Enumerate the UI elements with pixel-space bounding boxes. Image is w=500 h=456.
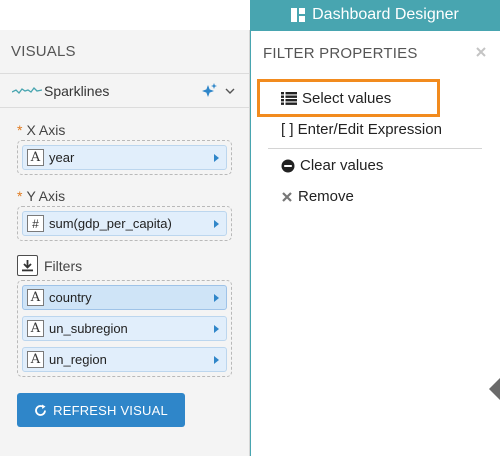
select-values-highlight-box [257, 79, 440, 117]
x-axis-label: * X Axis [17, 122, 65, 138]
visual-type-selector[interactable]: Sparklines [0, 74, 249, 108]
required-marker: * [17, 188, 23, 204]
refresh-visual-label: REFRESH VISUAL [53, 402, 168, 418]
clear-values-menu-item[interactable]: Clear values [281, 157, 383, 174]
sparkle-icon[interactable] [200, 82, 218, 100]
caret-right-icon[interactable] [214, 324, 219, 333]
clear-values-label: Clear values [300, 157, 384, 174]
field-name: un_subregion [49, 321, 128, 336]
x-axis-shelf[interactable]: A year [17, 140, 232, 175]
text-type-icon: A [27, 351, 44, 368]
filters-shelf[interactable]: A country A un_subregion A un_region [17, 280, 232, 377]
download-icon[interactable] [17, 255, 38, 276]
menu-divider [268, 148, 482, 149]
y-axis-shelf[interactable]: # sum(gdp_per_capita) [17, 206, 232, 241]
field-pill-country[interactable]: A country [22, 285, 227, 310]
remove-menu-item[interactable]: Remove [281, 188, 354, 205]
enter-edit-expression-label: [ ] Enter/Edit Expression [281, 121, 442, 138]
caret-right-icon[interactable] [214, 153, 219, 162]
visuals-panel-title: VISUALS [0, 30, 249, 74]
field-pill-un-subregion[interactable]: A un_subregion [22, 316, 227, 341]
visuals-panel: VISUALS Sparklines * X Axis A year * Y Axi… [0, 30, 250, 456]
close-icon [281, 191, 293, 203]
enter-edit-expression-menu-item[interactable]: [ ] Enter/Edit Expression [281, 121, 442, 138]
y-axis-label: * Y Axis [17, 188, 65, 204]
top-bar: Dashboard Designer [0, 0, 500, 30]
refresh-visual-button[interactable]: REFRESH VISUAL [17, 393, 185, 427]
filter-properties-title: FILTER PROPERTIES [263, 44, 418, 62]
collapse-arrow-icon[interactable] [489, 378, 500, 400]
dashboard-designer-tab[interactable]: Dashboard Designer [250, 0, 500, 30]
text-type-icon: A [27, 289, 44, 306]
remove-label: Remove [298, 188, 354, 205]
field-pill-year[interactable]: A year [22, 145, 227, 170]
y-axis-label-text: Y Axis [26, 188, 66, 204]
caret-right-icon[interactable] [214, 293, 219, 302]
caret-right-icon[interactable] [214, 219, 219, 228]
close-icon[interactable] [475, 46, 487, 58]
dashboard-designer-label: Dashboard Designer [312, 6, 459, 23]
text-type-icon: A [27, 320, 44, 337]
minus-circle-icon [281, 159, 295, 173]
text-type-icon: A [27, 149, 44, 166]
caret-right-icon[interactable] [214, 355, 219, 364]
field-pill-un-region[interactable]: A un_region [22, 347, 227, 372]
sparkline-icon [12, 86, 42, 94]
visual-type-label: Sparklines [44, 82, 110, 99]
field-name: country [49, 290, 92, 305]
filter-properties-header: FILTER PROPERTIES [251, 31, 500, 75]
x-axis-label-text: X Axis [26, 122, 66, 138]
dashboard-icon [291, 8, 306, 22]
required-marker: * [17, 122, 23, 138]
field-name: sum(gdp_per_capita) [49, 216, 172, 231]
chevron-down-icon[interactable] [225, 86, 235, 96]
number-type-icon: # [27, 215, 44, 232]
field-name: year [49, 150, 75, 165]
field-name: un_region [49, 352, 107, 367]
filters-label-text: Filters [44, 257, 83, 274]
field-pill-sum-gdp-per-capita[interactable]: # sum(gdp_per_capita) [22, 211, 227, 236]
filters-label: Filters [17, 255, 82, 276]
refresh-icon [35, 404, 47, 416]
